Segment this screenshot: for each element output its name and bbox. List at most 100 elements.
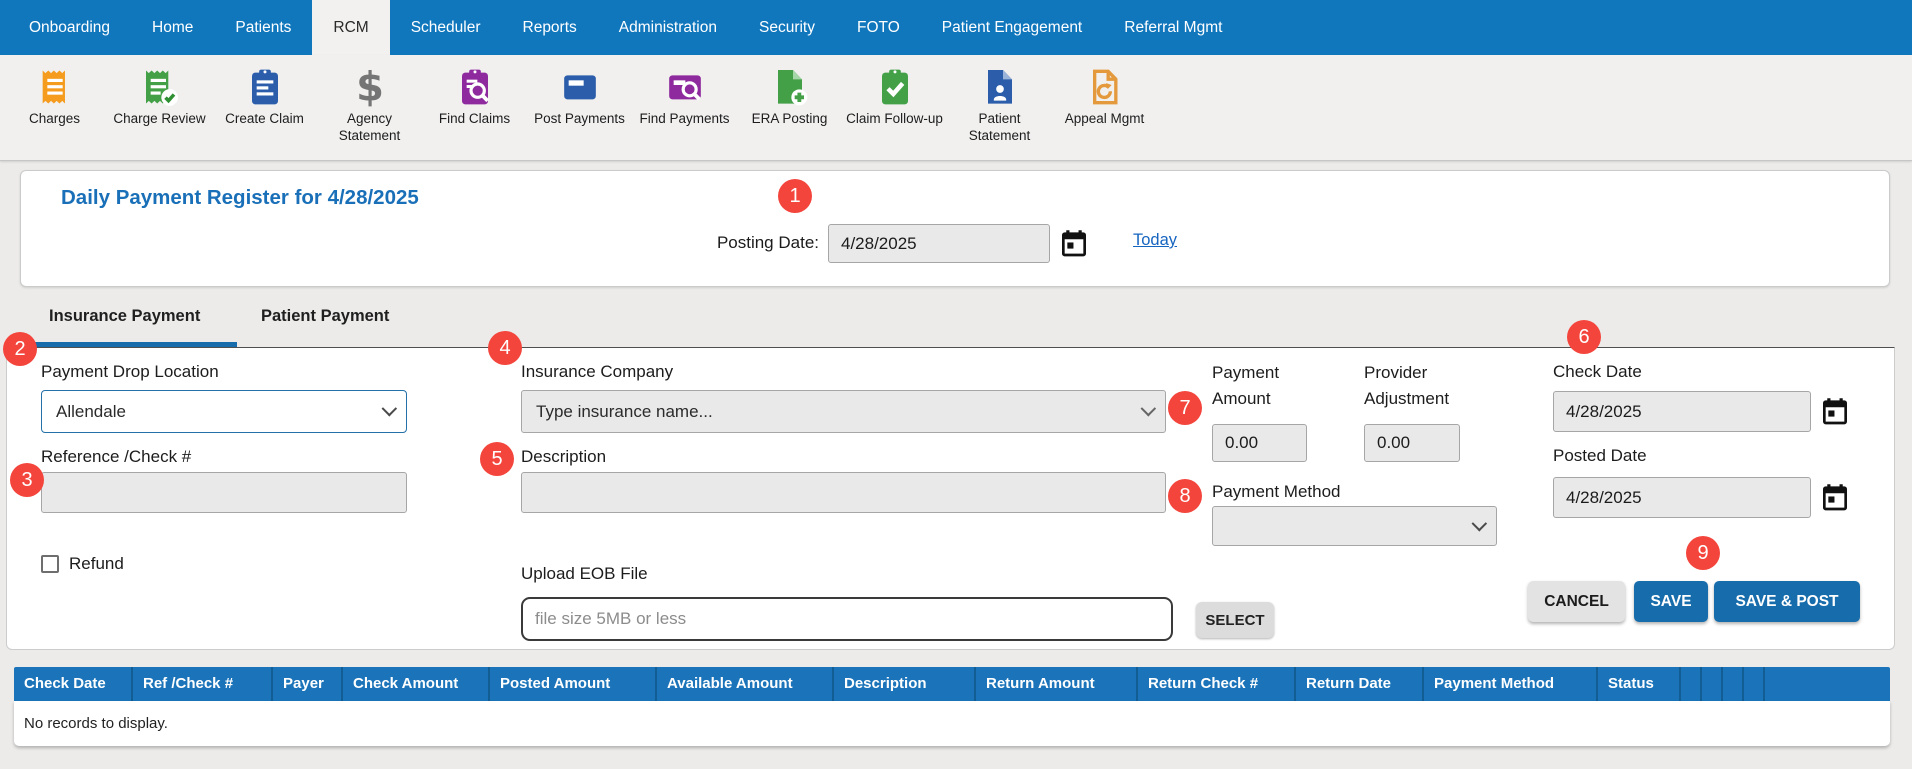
calendar-icon[interactable] [1058,227,1090,259]
column-header-spacer [1679,667,1700,701]
nav-item-patient-engagement[interactable]: Patient Engagement [921,0,1103,55]
check-date-input[interactable] [1553,391,1811,432]
payment-amount-input[interactable] [1212,424,1307,462]
annotation-badge-9: 9 [1686,536,1720,570]
provider-adjustment-label: Provider Adjustment [1364,363,1450,408]
tab-insurance-payment[interactable]: Insurance Payment [49,307,200,326]
toolbar-patient-statement[interactable]: Patient Statement [947,67,1052,160]
payment-drop-location-label: Payment Drop Location [41,362,219,381]
chevron-down-icon [1471,515,1488,531]
payment-drop-location-value: Allendale [56,401,126,421]
clipboard-search-icon [455,67,495,107]
column-header-check-amount[interactable]: Check Amount [341,667,488,701]
payments-grid: Check Date Ref /Check # Payer Check Amou… [14,667,1890,746]
toolbar-label: Patient Statement [968,111,1031,143]
toolbar-charges[interactable]: Charges [2,67,107,160]
posted-date-label: Posted Date [1553,446,1647,465]
toolbar-agency-statement[interactable]: $ Agency Statement [317,67,422,160]
provider-adjustment-input[interactable] [1364,424,1460,462]
column-header-spacer [1700,667,1721,701]
file-person-icon [980,67,1020,107]
toolbar-create-claim[interactable]: Create Claim [212,67,317,160]
nav-item-patients[interactable]: Patients [214,0,312,55]
reference-check-input[interactable] [41,472,407,513]
insurance-company-value: Type insurance name... [536,401,713,421]
description-label: Description [521,447,607,466]
receipt-check-icon [140,67,180,107]
save-button[interactable]: SAVE [1634,581,1708,622]
upload-eob-label: Upload EOB File [521,564,648,583]
posted-date-input[interactable] [1553,477,1811,518]
toolbar-find-payments[interactable]: Find Payments [632,67,737,160]
check-date-label: Check Date [1553,362,1642,381]
annotation-badge-4: 4 [488,331,522,365]
toolbar-post-payments[interactable]: Post Payments [527,67,632,160]
column-header-spacer [1742,667,1763,701]
credit-card-icon [560,67,600,107]
toolbar-charge-review[interactable]: Charge Review [107,67,212,160]
nav-item-reports[interactable]: Reports [502,0,598,55]
clipboard-icon [245,67,285,107]
toolbar-label: Claim Follow-up [846,111,943,126]
calendar-icon[interactable] [1819,481,1851,513]
annotation-badge-5: 5 [480,442,514,476]
column-header-posted-amount[interactable]: Posted Amount [488,667,655,701]
annotation-badge-6: 6 [1567,320,1601,354]
nav-item-security[interactable]: Security [738,0,836,55]
nav-item-rcm[interactable]: RCM [312,0,390,55]
select-file-button[interactable]: SELECT [1196,602,1274,638]
column-header-status[interactable]: Status [1596,667,1679,701]
payment-method-label: Payment Method [1212,482,1341,501]
svg-text:$: $ [356,67,384,107]
nav-item-home[interactable]: Home [131,0,214,55]
nav-item-administration[interactable]: Administration [598,0,738,55]
nav-item-onboarding[interactable]: Onboarding [8,0,131,55]
today-link[interactable]: Today [1133,231,1177,250]
column-header-return-amount[interactable]: Return Amount [974,667,1136,701]
empty-message: No records to display. [24,715,168,732]
description-input[interactable] [521,472,1166,513]
nav-item-referral-mgmt[interactable]: Referral Mgmt [1103,0,1243,55]
column-header-available-amount[interactable]: Available Amount [655,667,832,701]
app-screen: Onboarding Home Patients RCM Scheduler R… [0,0,1912,769]
column-header-spacer [1763,667,1890,701]
column-header-return-check[interactable]: Return Check # [1136,667,1294,701]
refund-label: Refund [69,554,124,573]
receipt-icon [35,67,75,107]
toolbar-era-posting[interactable]: ERA Posting [737,67,842,160]
refund-checkbox[interactable] [41,555,59,573]
toolbar-find-claims[interactable]: Find Claims [422,67,527,160]
posting-date-input[interactable] [828,224,1050,263]
column-header-return-date[interactable]: Return Date [1294,667,1422,701]
annotation-badge-2: 2 [3,332,37,366]
clipboard-check-icon [875,67,915,107]
toolbar-label: ERA Posting [751,111,828,126]
top-nav: Onboarding Home Patients RCM Scheduler R… [0,0,1912,55]
chevron-down-icon [1140,400,1157,417]
annotation-badge-3: 3 [10,463,44,497]
nav-item-foto[interactable]: FOTO [836,0,921,55]
page-title: Daily Payment Register for 4/28/2025 [61,186,419,209]
annotation-badge-8: 8 [1168,479,1202,513]
file-plus-icon [770,67,810,107]
file-undo-icon [1085,67,1125,107]
rcm-toolbar: Charges Charge Review Create Claim $ Age… [0,55,1912,161]
column-header-description[interactable]: Description [832,667,974,701]
cancel-button[interactable]: CANCEL [1528,581,1625,622]
annotation-badge-7: 7 [1168,391,1202,425]
column-header-check-date[interactable]: Check Date [14,667,131,701]
insurance-company-select[interactable]: Type insurance name... [521,390,1166,433]
upload-eob-input[interactable] [521,597,1173,641]
calendar-icon[interactable] [1819,395,1851,427]
toolbar-appeal-mgmt[interactable]: Appeal Mgmt [1052,67,1157,160]
column-header-payer[interactable]: Payer [271,667,341,701]
column-header-payment-method[interactable]: Payment Method [1422,667,1596,701]
toolbar-label: Create Claim [225,111,304,126]
tab-patient-payment[interactable]: Patient Payment [261,307,389,326]
nav-item-scheduler[interactable]: Scheduler [390,0,502,55]
payment-method-select[interactable] [1212,506,1497,546]
column-header-ref-check[interactable]: Ref /Check # [131,667,271,701]
payment-drop-location-select[interactable]: Allendale [41,390,407,433]
toolbar-claim-followup[interactable]: Claim Follow-up [842,67,947,160]
save-and-post-button[interactable]: SAVE & POST [1714,581,1860,622]
